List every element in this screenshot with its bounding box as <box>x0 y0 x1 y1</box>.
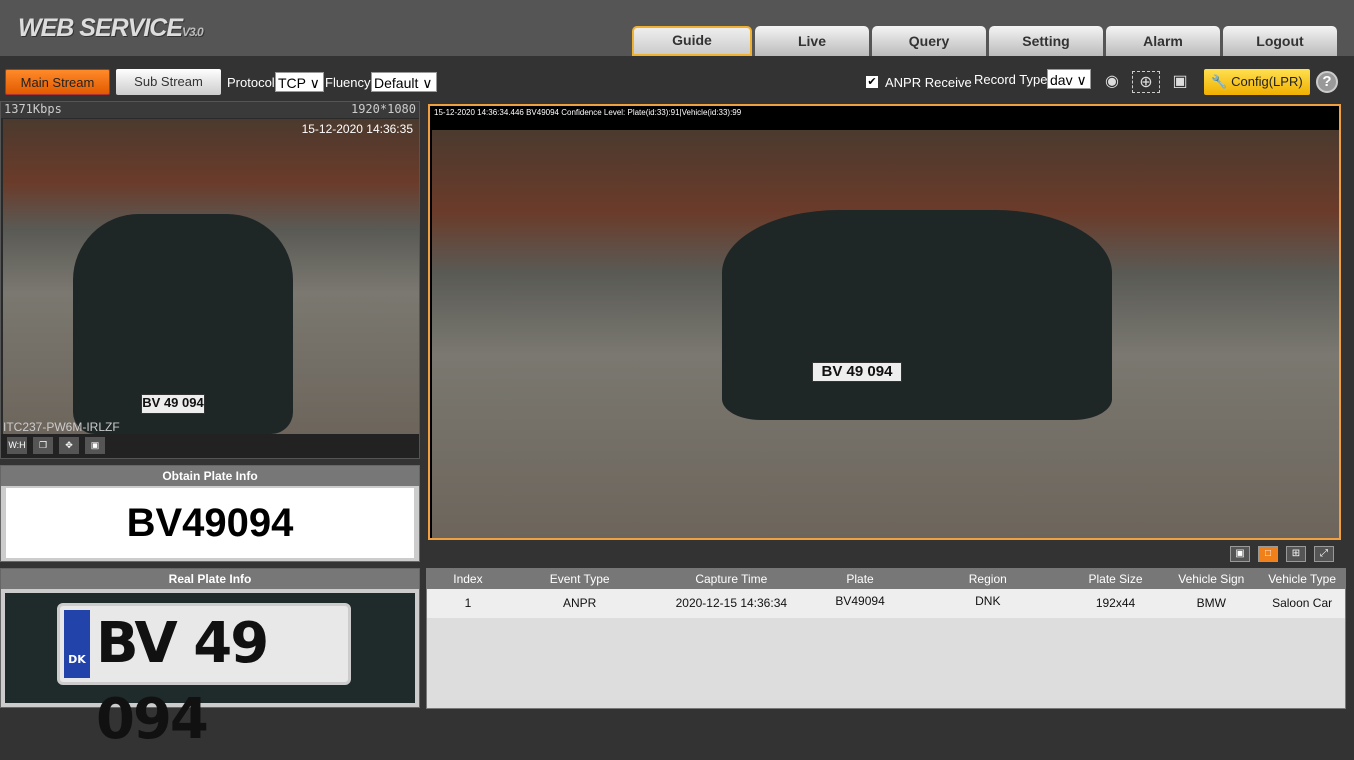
fluency-label: Fluency <box>325 75 371 90</box>
chevron-down-icon: ∨ <box>309 75 320 91</box>
col-plate: Plate <box>846 572 874 586</box>
single-view-icon[interactable]: □ <box>1258 546 1278 562</box>
protocol-label: Protocol <box>227 75 275 90</box>
picture-in-picture-icon[interactable]: ▣ <box>1230 546 1250 562</box>
zoom-region-icon[interactable]: ⊕ <box>1132 71 1160 93</box>
resolution: 1920*1080 <box>350 102 416 116</box>
help-icon[interactable]: ? <box>1316 71 1338 93</box>
col-region: Region <box>968 572 1007 586</box>
tab-live[interactable]: Live <box>755 26 869 56</box>
cell-index: 1 <box>464 596 472 610</box>
table-header: Index Event Type Capture Time Plate Regi… <box>427 569 1345 589</box>
cell-event-type: ANPR <box>563 596 597 610</box>
tab-guide[interactable]: Guide <box>632 26 752 56</box>
panel-title: Real Plate Info <box>1 569 419 589</box>
cell-plate-size: 192x44 <box>1095 596 1136 610</box>
eu-band: DK <box>64 610 90 678</box>
camera-image: BV 49 094 <box>3 119 419 435</box>
live-video-preview[interactable]: 1371Kbps 1920*1080 BV 49 094 15-12-2020 1… <box>0 101 420 459</box>
fluency-select[interactable]: Default ∨ <box>371 72 437 92</box>
cell-plate: BV49094 <box>835 594 885 608</box>
anpr-receive-checkbox[interactable]: ✔ <box>866 76 878 88</box>
car <box>722 210 1112 420</box>
car-plate: BV 49 094 <box>812 362 902 382</box>
chevron-down-icon: ∨ <box>422 75 433 91</box>
record-type-select[interactable]: dav ∨ <box>1047 69 1091 89</box>
snapshot-icon[interactable]: ◉ <box>1098 71 1126 93</box>
fullscreen-icon[interactable]: ▣ <box>85 437 105 454</box>
camera-name: ITC237-PW6M-IRLZF <box>3 420 120 434</box>
plate-crop: DK BV 49 094 <box>57 603 351 752</box>
tab-logout[interactable]: Logout <box>1223 26 1337 56</box>
view-mode-buttons: ▣ □ ⊞ ⤢ <box>1230 546 1334 562</box>
anpr-receive-label: ANPR Receive <box>885 75 972 90</box>
fullscreen-icon[interactable]: ⤢ <box>1314 546 1334 562</box>
bitrate: 1371Kbps <box>4 102 62 116</box>
main-stream-button[interactable]: Main Stream <box>5 69 110 95</box>
record-type-label: Record Type <box>974 72 1048 87</box>
col-vehicle-sign: Vehicle Sign <box>1178 572 1245 586</box>
cell-vehicle-type: Saloon Car <box>1272 596 1333 610</box>
record-camera-icon[interactable]: ▣ <box>1166 71 1194 93</box>
col-vehicle-type: Vehicle Type <box>1268 572 1337 586</box>
protocol-select[interactable]: TCP ∨ <box>275 72 324 92</box>
table-row[interactable]: 1 ANPR 2020-12-15 14:36:34 BV49094 DNK 1… <box>427 589 1345 618</box>
sub-stream-button[interactable]: Sub Stream <box>116 69 221 95</box>
tab-query[interactable]: Query <box>872 26 986 56</box>
logo: WEB SERVICEV3.0 <box>18 14 204 42</box>
anpr-events-table: Index Event Type Capture Time Plate Regi… <box>426 568 1346 709</box>
real-plate-panel: Real Plate Info DK BV 49 094 <box>0 568 420 752</box>
panel-title: Obtain Plate Info <box>1 466 419 486</box>
window-icon[interactable]: ❐ <box>33 437 53 454</box>
col-index: Index <box>453 572 483 586</box>
config-lpr-button[interactable]: 🔧 Config(LPR) <box>1204 69 1310 95</box>
ptz-icon[interactable]: ✥ <box>59 437 79 454</box>
main-nav: Guide Live Query Setting Alarm Logout <box>632 26 1337 56</box>
col-capture-time: Capture Time <box>695 572 768 586</box>
capture-caption: 15-12-2020 14:36:34.446 BV49094 Confiden… <box>434 108 742 117</box>
aspect-ratio-button[interactable]: W:H <box>7 437 27 454</box>
video-timestamp: 15-12-2020 14:36:35 <box>301 122 413 136</box>
plate-crop-image: DK BV 49 094 <box>5 593 415 752</box>
header: WEB SERVICEV3.0 Guide Live Query Setting… <box>0 0 1354 56</box>
capture-image: BV 49 094 <box>432 130 1339 538</box>
wrench-icon: 🔧 <box>1211 74 1228 89</box>
tab-setting[interactable]: Setting <box>989 26 1103 56</box>
tab-alarm[interactable]: Alarm <box>1106 26 1220 56</box>
obtain-plate-panel: Obtain Plate Info BV49094 <box>0 465 420 562</box>
chevron-down-icon: ∨ <box>1076 72 1087 88</box>
grid-view-icon[interactable]: ⊞ <box>1286 546 1306 562</box>
toolbar: Main Stream Sub Stream Protocol TCP ∨ Fl… <box>0 68 1354 96</box>
cell-capture-time: 2020-12-15 14:36:34 <box>675 596 788 610</box>
cell-vehicle-sign: BMW <box>1196 596 1226 610</box>
obtained-plate: BV49094 <box>6 488 414 558</box>
car-plate: BV 49 094 <box>141 394 205 414</box>
col-plate-size: Plate Size <box>1088 572 1143 586</box>
capture-image-view[interactable]: 15-12-2020 14:36:34.446 BV49094 Confiden… <box>428 104 1341 540</box>
col-event-type: Event Type <box>549 572 610 586</box>
cell-region: DNK <box>975 594 1001 608</box>
